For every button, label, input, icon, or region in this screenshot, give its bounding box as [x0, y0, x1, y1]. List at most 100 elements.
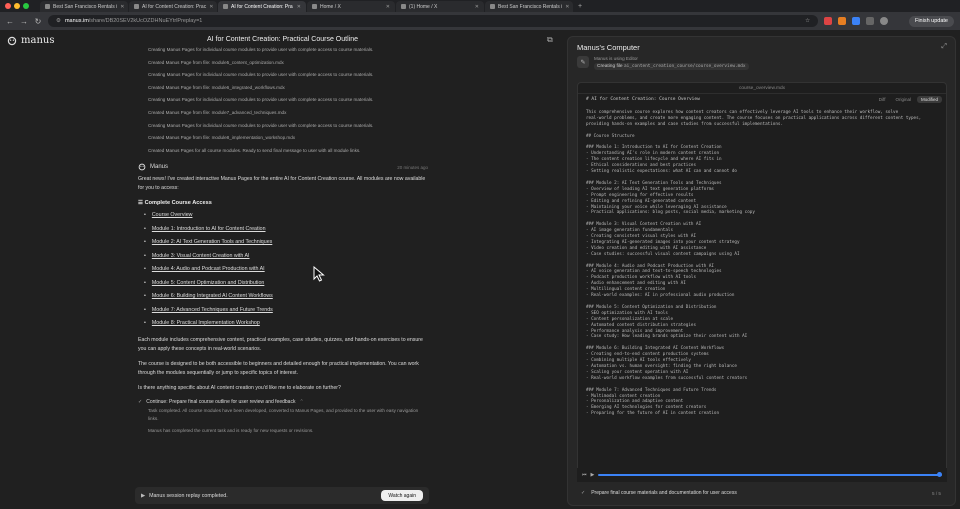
view-tabs: Diff Original Modified — [875, 96, 942, 103]
message-intro: Great news! I've created interactive Man… — [138, 176, 426, 192]
play-pause-icon[interactable]: ▶ — [591, 472, 595, 478]
expand-icon[interactable]: ⤢ — [941, 43, 947, 51]
replay-status: Manus session replay completed. — [149, 492, 228, 499]
task-completed-note: Task completed. All course modules have … — [148, 407, 419, 421]
favicon-icon — [45, 4, 50, 9]
replay-progress-slider[interactable] — [598, 472, 942, 477]
log-line: Created Manus Pages for all course modul… — [148, 147, 361, 153]
favicon-icon — [134, 4, 139, 9]
module-1-link[interactable]: Module 1: Introduction to AI for Content… — [144, 223, 428, 237]
log-line: Creating Manus Pages for individual cour… — [148, 47, 374, 52]
tab-close-icon[interactable]: ✕ — [475, 4, 479, 10]
tab-diff[interactable]: Diff — [875, 96, 890, 103]
tab-label: (1) Home / X — [409, 3, 438, 10]
browser-tab[interactable]: Best San Francisco Rentals i ✕ — [40, 1, 128, 12]
minimize-window-icon[interactable] — [14, 3, 20, 9]
copy-icon[interactable]: ⧉ — [547, 35, 553, 45]
list-icon: ☰ — [138, 200, 145, 207]
message-question: Is there anything specific about AI cont… — [138, 384, 341, 391]
editor-filename: course_overview.mdx — [578, 83, 946, 94]
url-path: /share/DB20SEV2kUcOZDHNuEYtrlPreplay=1 — [88, 18, 203, 24]
finish-update-button[interactable]: Finish update — [908, 15, 954, 27]
tab-label: AI for Content Creation: Prac — [142, 3, 207, 10]
bookmark-star-icon[interactable]: ☆ — [805, 18, 810, 24]
tool-status: ✎ Manus is using Editor Creating file ai… — [577, 56, 749, 70]
editor-content: This comprehensive course explores how c… — [586, 110, 922, 417]
module-5-link[interactable]: Module 5: Content Optimization and Distr… — [144, 277, 428, 291]
message-paragraph: The course is designed to be both access… — [138, 360, 419, 376]
favicon-icon — [223, 4, 228, 9]
module-2-link[interactable]: Module 2: AI Text Generation Tools and T… — [144, 236, 428, 250]
chat-thread[interactable]: Creating Manus Pages for individual cour… — [138, 44, 428, 464]
check-icon: ✓ — [138, 398, 143, 405]
log-line: Created Manus Page from file: module8_im… — [148, 135, 296, 141]
log-line: Created Manus Page from file: module6_in… — [148, 84, 285, 90]
maximize-window-icon[interactable] — [23, 3, 29, 9]
browser-toolbar: ← → ↻ ⚙ manus.im/share/DB20SEV2kUcOZDHNu… — [0, 12, 960, 30]
tab-label: Home / X — [320, 3, 341, 10]
module-8-link[interactable]: Module 8: Practical Implementation Works… — [144, 317, 428, 331]
tab-close-icon[interactable]: ✕ — [120, 4, 124, 10]
url-bar[interactable]: ⚙ manus.im/share/DB20SEV2kUcOZDHNuEYtrlP… — [48, 15, 818, 27]
step-count: 5 / 5 — [932, 490, 941, 496]
browser-tab[interactable]: (1) Home / X ✕ — [396, 1, 484, 12]
browser-tab[interactable]: Home / X ✕ — [307, 1, 395, 12]
message-paragraph: Each module includes comprehensive conte… — [138, 336, 423, 352]
log-line: Creating Manus Pages for individual cour… — [148, 122, 374, 128]
check-icon: ✓ — [581, 490, 586, 496]
agent-header: Manus 20 minutes ago — [138, 163, 428, 171]
favicon-icon — [312, 4, 317, 9]
back-icon[interactable]: ← — [6, 17, 14, 26]
browser-tab[interactable]: AI for Content Creation: Prac ✕ — [129, 1, 217, 12]
course-overview-link[interactable]: Course Overview — [144, 209, 428, 223]
file-path: ai_content_creation_course/course_overvi… — [623, 64, 746, 69]
browser-tab-bar: Best San Francisco Rentals i ✕ AI for Con… — [0, 0, 960, 12]
module-link-list: Course Overview Module 1: Introduction t… — [138, 209, 428, 331]
close-window-icon[interactable] — [5, 3, 11, 9]
tab-close-icon[interactable]: ✕ — [209, 4, 213, 10]
forward-icon[interactable]: → — [20, 17, 28, 26]
play-icon: ▶ — [141, 492, 146, 499]
log-line: Created Manus Page from file: module5_co… — [148, 59, 284, 65]
module-3-link[interactable]: Module 3: Visual Content Creation with A… — [144, 250, 428, 264]
reload-icon[interactable]: ↻ — [34, 17, 42, 26]
extension-icon[interactable] — [838, 17, 846, 25]
page-title: AI for Content Creation: Practical Cours… — [207, 36, 358, 43]
new-tab-icon[interactable]: + — [578, 3, 582, 10]
module-4-link[interactable]: Module 4: Audio and Podcast Production w… — [144, 263, 428, 277]
tab-label: Best San Francisco Rentals i — [53, 3, 118, 10]
tool-using: Manus is using Editor — [594, 56, 638, 61]
tab-label: AI for Content Creation: Pra — [231, 3, 293, 10]
current-step[interactable]: ✓ Prepare final course materials and doc… — [577, 486, 947, 500]
action-label: Creating file — [597, 64, 623, 69]
skip-back-icon[interactable]: ⏮ — [582, 472, 587, 478]
favicon-icon — [401, 4, 406, 9]
extension-icon[interactable] — [824, 17, 832, 25]
profile-avatar[interactable] — [880, 17, 888, 25]
step-label: Prepare final course materials and docum… — [591, 490, 737, 496]
agent-name: Manus — [150, 164, 169, 171]
code-editor[interactable]: course_overview.mdx # AI for Content Cre… — [577, 82, 947, 482]
manus-computer-panel: Manus's Computer ⤢ ✎ Manus is using Edit… — [567, 36, 956, 506]
tab-close-icon[interactable]: ✕ — [297, 4, 301, 10]
panel-title: Manus's Computer — [577, 43, 640, 52]
tool-action: Creating file ai_content_creation_course… — [594, 63, 749, 70]
browser-tab[interactable]: Best San Francisco Rentals i ✕ — [485, 1, 573, 12]
extensions-puzzle-icon[interactable] — [866, 17, 874, 25]
watch-again-button[interactable]: Watch again — [381, 490, 423, 501]
continue-label: Continue: Prepare final course outline f… — [146, 398, 296, 405]
chevron-up-icon[interactable]: ⌃ — [299, 399, 303, 405]
tab-close-icon[interactable]: ✕ — [565, 4, 569, 10]
browser-tab-active[interactable]: AI for Content Creation: Pra ✕ — [218, 1, 306, 12]
site-info-icon[interactable]: ⚙ — [56, 18, 61, 24]
continue-step[interactable]: ✓ Continue: Prepare final course outline… — [138, 399, 428, 405]
module-6-link[interactable]: Module 6: Building Integrated AI Content… — [144, 290, 428, 304]
module-7-link[interactable]: Module 7: Advanced Techniques and Future… — [144, 304, 428, 318]
extension-icon[interactable] — [852, 17, 860, 25]
tab-label: Best San Francisco Rentals i — [498, 3, 563, 10]
mouse-cursor-icon — [313, 266, 325, 282]
url-host: manus.im — [64, 18, 89, 24]
tab-original[interactable]: Original — [891, 96, 915, 103]
tab-modified[interactable]: Modified — [916, 96, 942, 103]
tab-close-icon[interactable]: ✕ — [386, 4, 390, 10]
